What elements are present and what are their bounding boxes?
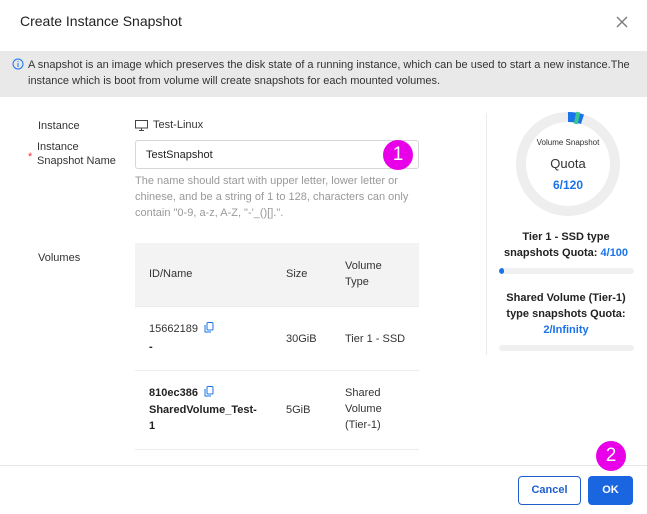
volumes-label: Volumes: [38, 252, 81, 264]
info-text: A snapshot is an image which preserves t…: [28, 59, 630, 87]
monitor-icon: [135, 120, 148, 131]
instance-value: Test-Linux: [153, 119, 204, 131]
snapshot-name-label: Instance Snapshot Name: [37, 141, 116, 167]
info-banner: A snapshot is an image which preserves t…: [0, 51, 647, 97]
volume-id: 810ec386: [149, 385, 214, 401]
volume-id: 15662189: [149, 321, 214, 337]
footer-divider: [0, 465, 647, 466]
volume-type: Shared Volume (Tier-1): [345, 387, 382, 431]
header-size: Size: [286, 268, 308, 280]
ring-label: Quota: [550, 156, 586, 171]
info-icon: [12, 58, 24, 70]
header-volume-type: Volume Type: [345, 260, 382, 288]
dialog-header: Create Instance Snapshot: [0, 0, 647, 46]
cancel-button[interactable]: Cancel: [518, 476, 581, 505]
close-icon[interactable]: [612, 12, 632, 32]
dialog-title: Create Instance Snapshot: [20, 13, 182, 29]
instance-label: Instance: [38, 120, 80, 132]
copy-icon[interactable]: [204, 322, 214, 333]
shared-quota-text: Shared Volume (Tier-1) type snapshots Qu…: [496, 290, 636, 338]
annotation-badge-1: 1: [383, 140, 413, 170]
name-hint: The name should start with upper letter,…: [135, 175, 409, 219]
shared-quota-value: 2/Infinity: [543, 324, 589, 336]
annotation-badge-2: 2: [596, 441, 626, 471]
volume-size: 5GiB: [286, 404, 311, 416]
snapshot-name-input[interactable]: [135, 140, 419, 169]
tier1-quota-bar: [499, 268, 634, 274]
panel-divider: [486, 113, 487, 355]
header-id-name: ID/Name: [149, 268, 193, 280]
required-marker: *: [28, 151, 33, 163]
tier1-quota-text: Tier 1 - SSD type snapshots Quota: 4/100: [503, 231, 629, 259]
volume-type: Tier 1 - SSD: [345, 333, 406, 345]
tier1-quota-value: 4/100: [600, 247, 629, 259]
ok-button[interactable]: OK: [588, 476, 633, 505]
volume-name: -: [149, 341, 153, 353]
tier1-quota-fill: [499, 268, 505, 274]
shared-quota-bar: [499, 345, 634, 351]
table-row: 15662189 - 30GiB Tier 1 - SSD: [135, 306, 419, 370]
ring-title: Volume Snapshot: [536, 138, 600, 147]
create-instance-snapshot-dialog: Create Instance Snapshot A snapshot is a…: [0, 0, 647, 514]
table-header: ID/Name Size Volume Type: [135, 243, 419, 306]
copy-icon[interactable]: [204, 386, 214, 397]
volume-name: SharedVolume_Test- 1: [149, 404, 257, 432]
ring-value: 6/120: [552, 178, 584, 192]
volume-size: 30GiB: [286, 333, 317, 345]
table-row: 810ec386 SharedVolume_Test- 1 5GiB Share…: [135, 370, 419, 450]
